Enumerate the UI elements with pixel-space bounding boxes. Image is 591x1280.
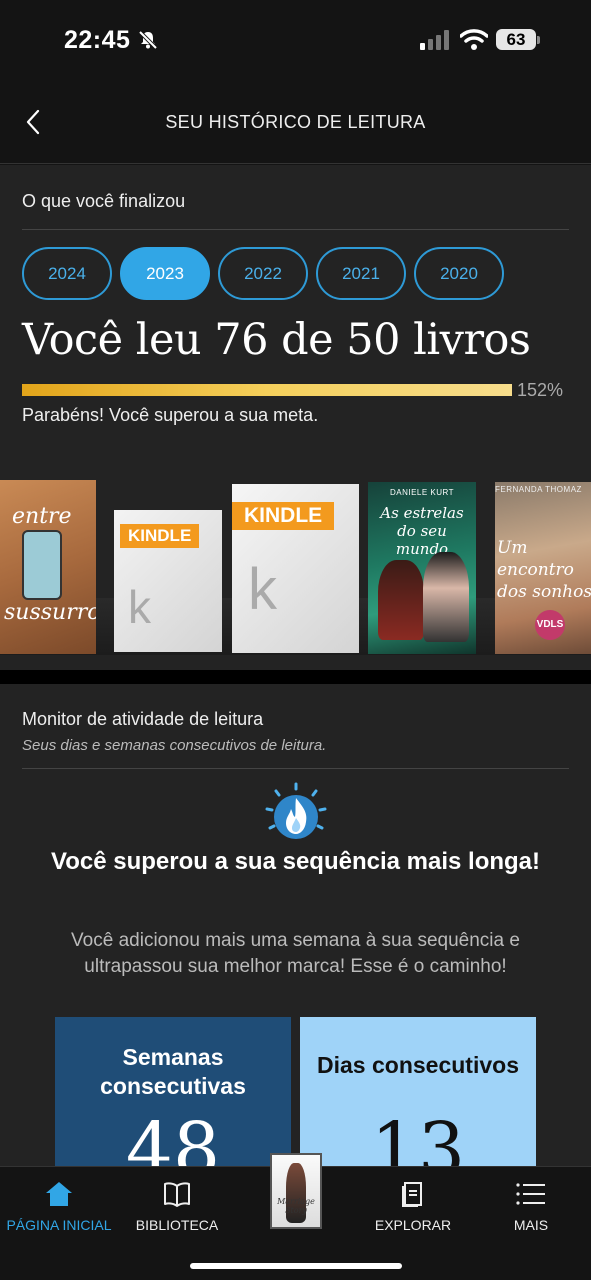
consecutive-days-card: Dias consecutivos 13 <box>300 1017 536 1166</box>
goal-progress-percent: 152% <box>517 380 564 400</box>
year-chip-2023[interactable]: 2023 <box>120 247 210 300</box>
section-separator <box>0 670 591 684</box>
cover-author: DANIELE KURT <box>389 488 455 497</box>
battery-level: 63 <box>506 30 526 49</box>
finished-section-title: O que você finalizou <box>22 191 186 211</box>
home-indicator <box>190 1263 402 1269</box>
page-title: SEU HISTÓRICO DE LEITURA <box>165 112 426 132</box>
bottom-nav: PÁGINA INICIAL BIBLIOTECA Marriage Story… <box>0 1153 591 1280</box>
menu-icon <box>516 1183 545 1205</box>
streak-description: Você adicionou mais uma semana à sua seq… <box>71 930 520 977</box>
consecutive-weeks-card: Semanas consecutivas 48 <box>55 1017 291 1166</box>
nav-more-label: MAIS <box>513 1217 549 1233</box>
year-chip-2021[interactable]: 2021 <box>316 247 406 300</box>
book-cover-entre-sussurros[interactable]: entre sussurros <box>0 480 96 654</box>
kindle-k-icon: k <box>128 581 151 633</box>
battery-nub <box>537 36 540 44</box>
nav-explore-label: EXPLORAR <box>374 1217 452 1233</box>
cover-badge: VDLS <box>535 610 565 640</box>
card-label: Dias consecutivos <box>317 1052 519 1078</box>
current-book-cover[interactable]: Marriage Story <box>270 1153 322 1229</box>
goal-progress-bar <box>22 384 512 396</box>
activity-section-title: Monitor de atividade de leitura <box>22 709 264 729</box>
cover-art-figure <box>378 560 424 640</box>
book-cover-as-estrelas[interactable]: DANIELE KURT As estrelas do seu mundo <box>368 482 476 654</box>
cover-title: As estrelas do seu mundo <box>380 504 464 558</box>
year-chip-2022[interactable]: 2022 <box>218 247 308 300</box>
flame-icon <box>265 782 327 839</box>
cover-title-word-2: sussurros <box>4 600 96 625</box>
current-book-cover-title: Marriage Story <box>277 1197 315 1215</box>
divider <box>22 229 569 230</box>
card-label: Semanas consecutivas <box>100 1044 246 1099</box>
nav-home[interactable]: PÁGINA INICIAL <box>0 1179 118 1239</box>
status-bar: 22:45 63 <box>0 0 591 80</box>
cover-title-word-1: entre <box>12 504 72 529</box>
kindle-tag: KINDLE <box>232 502 335 530</box>
wifi-icon <box>460 29 488 50</box>
year-chips: 2024 2023 2022 2021 2020 <box>22 247 504 300</box>
congrats-text: Parabéns! Você superou a sua meta. <box>22 405 319 425</box>
goal-progress-fill <box>22 384 512 396</box>
book-cover-kindle-1[interactable]: KINDLE k <box>114 510 222 652</box>
reading-goal-text: Você leu 76 de 50 livros <box>22 315 531 365</box>
finished-books-carousel[interactable]: entre sussurros KINDLE k KINDLE k DANIEL… <box>0 480 591 655</box>
nav-home-label: PÁGINA INICIAL <box>6 1217 112 1233</box>
cover-art-figure <box>423 552 469 642</box>
card-value: 13 <box>370 1107 466 1166</box>
year-chip-2024[interactable]: 2024 <box>22 247 112 300</box>
activity-section: Monitor de atividade de leitura Seus dia… <box>0 684 591 1166</box>
cover-art-phone <box>22 530 62 600</box>
book-cover-um-encontro[interactable]: FERNANDA THOMAZ Um encontro dos sonhos V… <box>495 482 591 654</box>
signal-icon <box>420 30 449 50</box>
nav-library[interactable]: BIBLIOTECA <box>118 1179 236 1239</box>
home-icon <box>46 1182 72 1206</box>
nav-more[interactable]: MAIS <box>472 1179 590 1239</box>
streak-title: Você superou a sua sequência mais longa! <box>50 848 541 875</box>
nav-library-label: BIBLIOTECA <box>135 1217 219 1233</box>
status-time: 22:45 <box>64 26 131 54</box>
cover-title: Um encontro dos sonhos <box>497 538 591 602</box>
kindle-k-icon: k <box>248 557 277 622</box>
activity-section-subtitle: Seus dias e semanas consecutivos de leit… <box>22 737 327 754</box>
book-cover-kindle-2[interactable]: KINDLE k <box>232 484 359 653</box>
divider <box>22 768 569 769</box>
explore-icon <box>402 1182 422 1207</box>
finished-section: O que você finalizou 2024 2023 2022 2021… <box>0 165 591 670</box>
card-value: 48 <box>125 1107 221 1166</box>
kindle-tag: KINDLE <box>120 524 200 548</box>
cover-author: FERNANDA THOMAZ <box>495 485 582 494</box>
battery-icon: 63 <box>496 29 536 50</box>
book-icon <box>164 1182 190 1207</box>
year-chip-2020[interactable]: 2020 <box>414 247 504 300</box>
header: SEU HISTÓRICO DE LEITURA <box>0 80 591 164</box>
nav-explore[interactable]: EXPLORAR <box>354 1179 472 1239</box>
bell-muted-icon <box>138 30 158 50</box>
